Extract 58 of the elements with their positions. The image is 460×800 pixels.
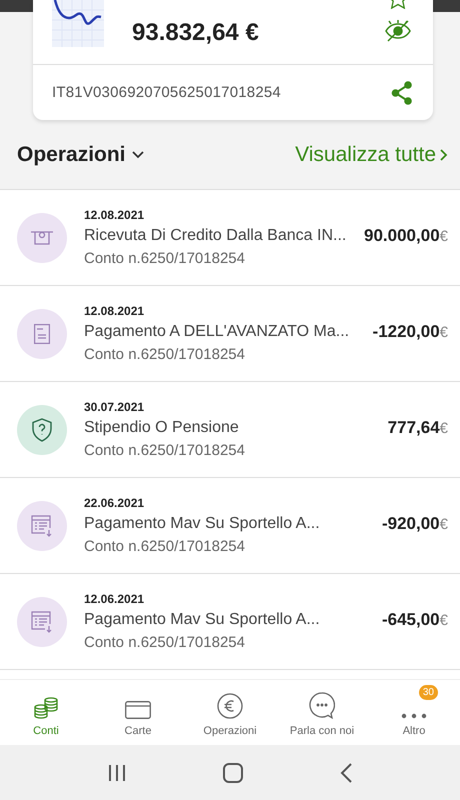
transaction-amount: 777,64 xyxy=(388,418,440,438)
nav-tab[interactable]: Parla con noi xyxy=(276,680,368,745)
transaction-description: Pagamento Mav Su Sportello A... xyxy=(84,611,321,629)
more-icon xyxy=(401,713,427,719)
nav-tab[interactable]: Conti xyxy=(0,680,92,745)
account-balance: 93.832,64 € xyxy=(132,19,260,47)
transaction-date: 30.07.2021 xyxy=(84,400,146,414)
transaction-row[interactable]: 12.06.2021 Pagamento Mav Su Sportello A... Conto n.6250/17018254 -645,00€ xyxy=(0,574,460,670)
bill-icon xyxy=(31,514,53,536)
nav-tab[interactable]: Altro 30 xyxy=(368,680,460,745)
transaction-date: 12.08.2021 xyxy=(84,304,146,318)
account-number: Conto n.6250/17018254 xyxy=(84,250,246,267)
currency-symbol: € xyxy=(440,324,448,340)
transaction-row[interactable]: 12.08.2021 Ricevuta Di Credito Dalla Banca IN... Conto n.6250/17018254 90.000,00€ xyxy=(0,190,460,286)
coins-icon xyxy=(33,697,59,719)
chevron-right-icon[interactable] xyxy=(440,149,448,161)
iban-text: IT81V0306920705625017018254 xyxy=(52,84,281,101)
chat-icon xyxy=(309,692,335,719)
transaction-amount: -920,00 xyxy=(382,514,440,534)
account-number: Conto n.6250/17018254 xyxy=(84,538,246,555)
balance-chart-thumbnail xyxy=(52,0,104,47)
home-icon[interactable] xyxy=(222,762,243,782)
share-icon[interactable] xyxy=(391,80,413,104)
transaction-date: 12.06.2021 xyxy=(84,592,146,606)
transaction-description: Ricevuta Di Credito Dalla Banca IN... xyxy=(84,227,348,245)
eye-icon[interactable] xyxy=(385,20,411,42)
recent-apps-icon[interactable] xyxy=(108,764,126,782)
euro-icon xyxy=(217,693,243,719)
transaction-amount: 90.000,00 xyxy=(364,226,440,246)
shield-question-icon xyxy=(31,418,53,442)
transaction-row[interactable]: 12.08.2021 Pagamento A DELL'AVANZATO Ma... Conto n.6250/17018254 -1220,00€ xyxy=(0,286,460,382)
nav-tab[interactable]: Carte xyxy=(92,680,184,745)
transaction-amount: -1220,00 xyxy=(372,322,440,342)
transaction-date: 22.06.2021 xyxy=(84,496,146,510)
cash-slot-icon xyxy=(30,230,54,244)
transaction-row[interactable]: 22.06.2021 Pagamento Mav Su Sportello A... Conto n.6250/17018254 -920,00€ xyxy=(0,478,460,574)
notification-badge: 30 xyxy=(418,685,438,700)
transaction-description: Stipendio O Pensione xyxy=(84,419,240,437)
back-icon[interactable] xyxy=(340,762,352,782)
transaction-description: Pagamento Mav Su Sportello A... xyxy=(84,515,321,533)
section-title: Operazioni xyxy=(17,143,126,167)
transaction-amount: -645,00 xyxy=(382,610,440,630)
document-icon xyxy=(34,324,50,344)
transaction-description: Pagamento A DELL'AVANZATO Ma... xyxy=(84,323,350,341)
view-all-link[interactable]: Visualizza tutte xyxy=(295,143,448,167)
transaction-row[interactable]: 30.07.2021 Stipendio O Pensione Conto n.6250/17018254 777,64€ xyxy=(0,382,460,478)
bill-icon xyxy=(31,610,53,632)
chevron-down-icon[interactable] xyxy=(132,151,144,159)
transaction-date: 12.08.2021 xyxy=(84,208,146,222)
nav-tab[interactable]: Operazioni xyxy=(184,680,276,745)
currency-symbol: € xyxy=(440,612,448,628)
account-number: Conto n.6250/17018254 xyxy=(84,634,246,651)
credit-card-icon xyxy=(125,701,151,719)
account-number: Conto n.6250/17018254 xyxy=(84,442,246,459)
currency-symbol: € xyxy=(440,228,448,244)
currency-symbol: € xyxy=(440,420,448,436)
currency-symbol: € xyxy=(440,516,448,532)
account-number: Conto n.6250/17018254 xyxy=(84,346,246,363)
